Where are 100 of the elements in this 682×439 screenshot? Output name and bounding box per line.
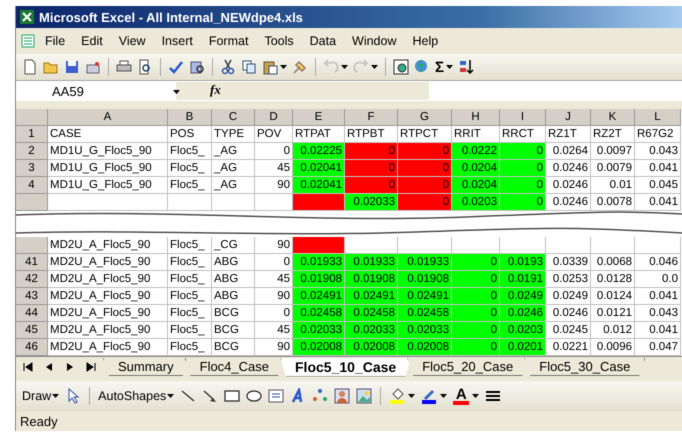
caret-icon[interactable] — [52, 394, 60, 398]
menu-item[interactable]: Window — [345, 32, 404, 50]
table-cell: 0.02458 — [398, 305, 452, 322]
sheet-tab[interactable]: Floc5_30_Case — [524, 358, 646, 376]
table-cell: 0.01908 — [293, 271, 345, 288]
spelling-check-icon[interactable] — [168, 59, 184, 75]
sort-ascending-icon[interactable] — [458, 59, 474, 75]
rectangle-icon[interactable] — [224, 388, 240, 404]
table-cell: 0.02458 — [293, 305, 345, 322]
menu-item[interactable]: Edit — [74, 32, 110, 50]
column-header[interactable]: B — [168, 109, 212, 126]
hyperlink-icon[interactable] — [393, 59, 409, 75]
row-header[interactable]: 46 — [16, 339, 48, 356]
table-cell: _CG — [212, 237, 255, 254]
table-cell — [635, 237, 681, 254]
format-painter-icon[interactable] — [292, 59, 308, 75]
autoshapes-menu-button[interactable]: AutoShapes — [98, 389, 174, 403]
table-cell: 0.012 — [591, 322, 635, 339]
research-icon[interactable] — [189, 59, 205, 75]
column-header[interactable]: J — [546, 109, 591, 126]
copy-icon[interactable] — [241, 59, 257, 75]
insert-function-button[interactable]: fx — [210, 82, 221, 97]
column-header[interactable]: H — [452, 109, 500, 126]
row-header[interactable]: 45 — [16, 322, 48, 339]
table-cell: 0.0079 — [591, 160, 635, 177]
table-cell: 0 — [398, 194, 452, 211]
row-header[interactable]: 3 — [16, 160, 48, 177]
row-header[interactable]: 4 — [16, 177, 48, 194]
column-header[interactable]: D — [255, 109, 293, 126]
cut-icon[interactable] — [220, 59, 236, 75]
autosum-button[interactable]: Σ — [435, 58, 444, 76]
font-color-button[interactable]: A — [453, 388, 470, 404]
column-header[interactable]: G — [398, 109, 452, 126]
workbook-icon[interactable] — [20, 33, 36, 49]
column-header[interactable]: C — [212, 109, 255, 126]
row-header[interactable]: 1 — [16, 126, 48, 143]
table-cell: _AG — [212, 160, 255, 177]
arrow-icon[interactable] — [202, 388, 218, 404]
row-header[interactable]: 42 — [16, 271, 48, 288]
column-header[interactable]: L — [635, 109, 681, 126]
table-cell: 0 — [452, 339, 500, 356]
clip-art-icon[interactable] — [334, 388, 350, 404]
menu-item[interactable]: Help — [406, 32, 446, 50]
sheet-tab[interactable]: Floc5_10_Case — [280, 358, 412, 376]
paste-icon[interactable] — [262, 59, 278, 75]
table-cell: 0 — [345, 160, 398, 177]
caret-icon[interactable] — [167, 394, 174, 398]
table-cell: 0.0246 — [546, 305, 591, 322]
line-color-icon[interactable] — [421, 388, 438, 404]
table-cell: 0 — [500, 194, 546, 211]
caret-icon[interactable] — [371, 65, 378, 69]
line-icon[interactable] — [180, 388, 196, 404]
table-cell: 0.01933 — [293, 254, 345, 271]
column-header[interactable]: I — [500, 109, 546, 126]
table-cell: 0.0203 — [452, 194, 500, 211]
column-header[interactable]: E — [293, 109, 345, 126]
caret-icon[interactable] — [341, 65, 348, 69]
menu-item[interactable]: Insert — [154, 32, 200, 50]
table-cell: 0.0249 — [546, 288, 591, 305]
menu-item[interactable]: View — [112, 32, 153, 50]
globe-icon[interactable] — [414, 59, 430, 75]
row-header[interactable]: 2 — [16, 143, 48, 160]
table-cell: 0.0204 — [452, 160, 500, 177]
row-header[interactable]: 44 — [16, 305, 48, 322]
table-cell: 0 — [398, 143, 452, 160]
text-box-icon[interactable] — [268, 388, 284, 404]
caret-icon[interactable] — [446, 65, 454, 69]
new-document-icon[interactable] — [22, 59, 38, 75]
table-cell: Floc5_ — [168, 271, 212, 288]
permission-icon[interactable] — [85, 59, 101, 75]
menu-item[interactable]: Data — [302, 32, 344, 50]
image-icon[interactable] — [356, 388, 372, 404]
save-icon[interactable] — [64, 59, 80, 75]
fill-color-icon[interactable] — [389, 388, 406, 404]
column-header[interactable]: A — [48, 109, 168, 126]
column-header[interactable]: K — [591, 109, 635, 126]
row-header[interactable]: 43 — [16, 288, 48, 305]
oval-icon[interactable] — [246, 388, 262, 404]
table-cell: 0 — [452, 254, 500, 271]
column-header[interactable]: F — [345, 109, 398, 126]
caret-icon[interactable] — [173, 90, 180, 94]
menu-item[interactable]: Format — [202, 32, 256, 50]
table-cell: 0.02008 — [345, 339, 398, 356]
table-cell: 0.02491 — [345, 288, 398, 305]
menu-item[interactable]: Tools — [257, 32, 301, 50]
menu-item[interactable]: File — [38, 32, 72, 50]
diagram-icon[interactable] — [312, 388, 328, 404]
table-cell: MD1U_G_Floc5_90 — [48, 177, 168, 194]
caret-icon[interactable] — [472, 394, 480, 398]
table-cell: _AG — [212, 177, 255, 194]
table-cell: ABG — [212, 254, 255, 271]
table-cell — [546, 237, 591, 254]
line-style-icon[interactable] — [485, 388, 502, 404]
caret-icon[interactable] — [280, 65, 287, 69]
draw-menu-button[interactable]: Draw — [22, 389, 60, 403]
caret-icon[interactable] — [440, 394, 448, 398]
row-header[interactable]: 41 — [16, 254, 48, 271]
caret-icon[interactable] — [408, 394, 416, 398]
table-cell: 0.01 — [591, 177, 635, 194]
table-cell: 0.0253 — [546, 271, 591, 288]
